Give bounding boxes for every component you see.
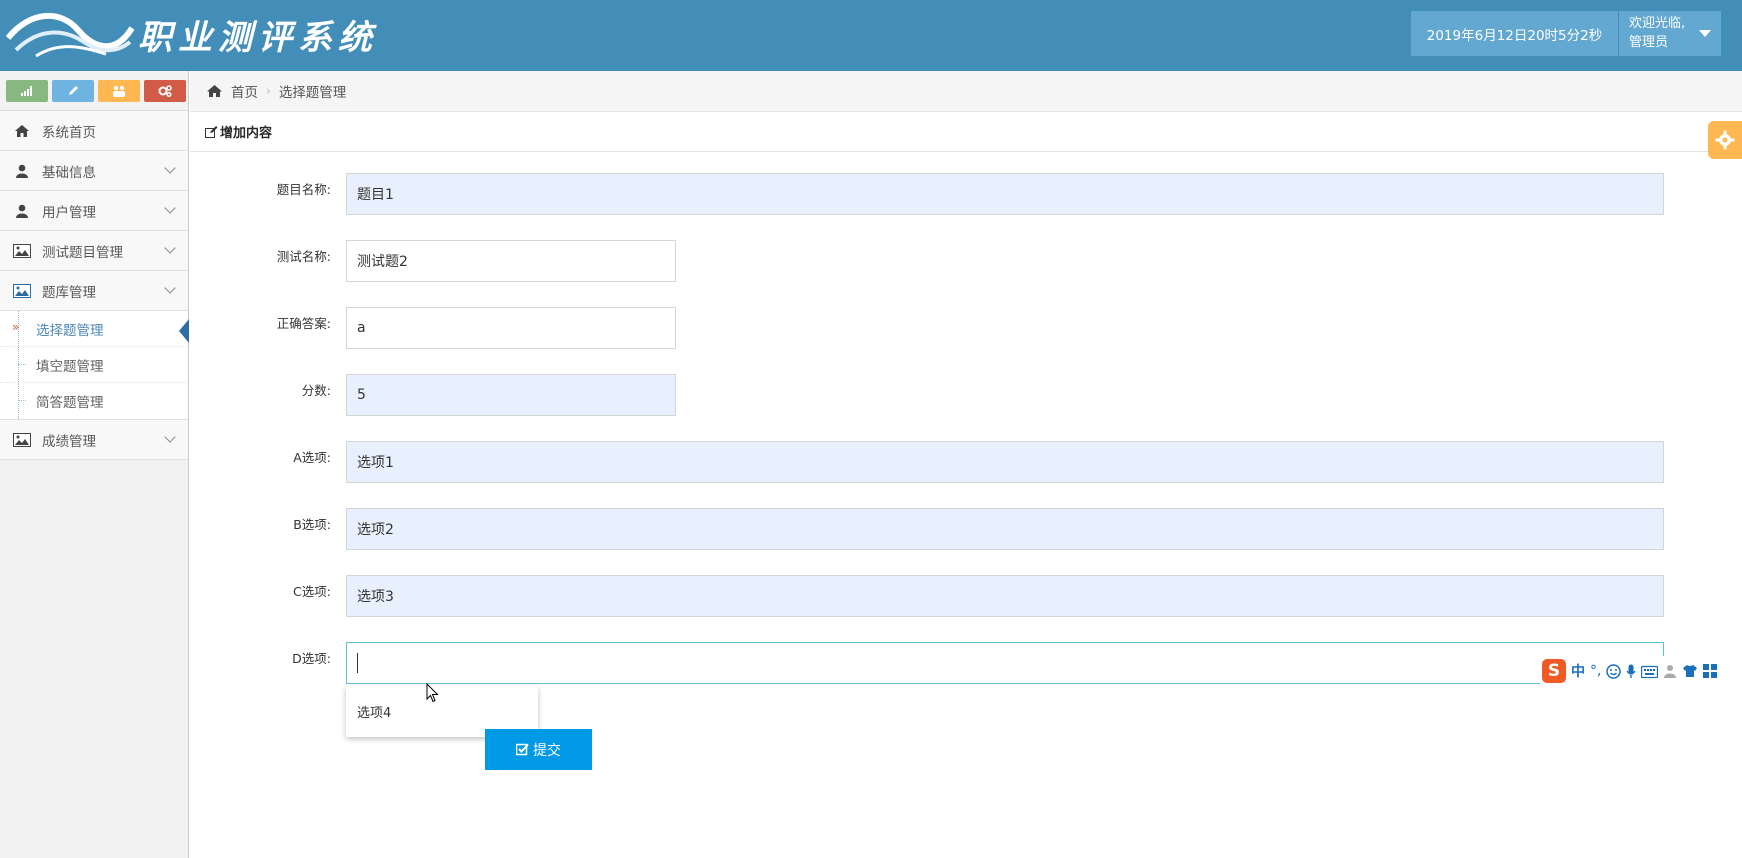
check-square-icon	[516, 743, 529, 756]
ime-toolbar: S 中 °,	[1540, 656, 1742, 686]
home-icon	[12, 121, 32, 141]
sidebar-item-test-questions[interactable]: 测试题目管理	[0, 231, 188, 271]
option-a-label: A选项:	[293, 450, 331, 465]
option-c-label: C选项:	[293, 584, 331, 599]
ime-punctuation[interactable]: °,	[1590, 663, 1601, 679]
sidebar-item-label: 系统首页	[42, 124, 96, 141]
active-indicator	[179, 319, 189, 343]
sidebar-item-question-bank[interactable]: 题库管理	[0, 271, 188, 311]
score-input[interactable]: 5	[346, 374, 676, 416]
option-d-label: D选项:	[292, 651, 331, 666]
correct-answer-input[interactable]: a	[346, 307, 676, 349]
sidebar-item-label: 简答题管理	[36, 395, 104, 411]
mouse-pointer-icon	[426, 683, 439, 703]
breadcrumb-home-link[interactable]: 首页	[231, 81, 258, 101]
autocomplete-item[interactable]: 选项4	[357, 702, 391, 721]
grid-menu-icon[interactable]	[1703, 664, 1718, 678]
user-icon	[12, 201, 32, 221]
edit-icon	[205, 125, 218, 138]
pencil-icon	[69, 86, 78, 95]
app-title: 职业测评系统	[138, 17, 378, 58]
current-datetime: 2019年6月12日20时5分2秒	[1411, 11, 1618, 56]
sidebar-item-label: 用户管理	[42, 204, 96, 221]
option-b-input[interactable]: 选项2	[346, 508, 1664, 550]
top-header: 职业测评系统 2019年6月12日20时5分2秒 欢迎光临, 管理员	[0, 0, 1742, 71]
picture-icon	[12, 241, 32, 261]
sidebar-item-label: 成绩管理	[42, 433, 96, 450]
app-logo[interactable]: 职业测评系统	[6, 8, 378, 60]
user-icon	[12, 161, 32, 181]
shortcut-button-users[interactable]	[98, 80, 140, 102]
wave-logo-icon	[6, 13, 134, 58]
sidebar-item-scores[interactable]: 成绩管理	[0, 420, 188, 460]
content-header: 增加内容	[190, 112, 1742, 152]
microphone-icon[interactable]	[1626, 664, 1636, 679]
breadcrumb: 首页 › 选择题管理	[190, 71, 1742, 112]
keyboard-icon[interactable]	[1641, 665, 1659, 678]
settings-toggle-button[interactable]	[1708, 121, 1742, 159]
option-a-input[interactable]: 选项1	[346, 441, 1664, 483]
breadcrumb-separator-icon: ›	[266, 84, 271, 98]
shortcut-button-settings[interactable]	[144, 80, 186, 102]
sidebar-item-short-answer[interactable]: 简答题管理	[0, 383, 188, 419]
test-name-label: 测试名称:	[276, 249, 331, 264]
user-profile-icon[interactable]	[1663, 664, 1677, 678]
question-name-input[interactable]: 题目1	[346, 173, 1664, 215]
shortcut-bar	[0, 71, 188, 111]
chevron-down-icon	[164, 282, 176, 294]
chevron-down-icon	[164, 162, 176, 174]
sidebar-item-multiple-choice[interactable]: » 选择题管理	[0, 311, 189, 347]
sidebar-item-label: 基础信息	[42, 164, 96, 181]
option-d-input[interactable]	[346, 642, 1664, 684]
option-b-label: B选项:	[293, 517, 331, 532]
submit-label: 提交	[533, 741, 561, 758]
cogs-icon	[158, 85, 172, 97]
score-label: 分数:	[301, 383, 331, 398]
submit-button[interactable]: 提交	[485, 729, 592, 770]
sidebar: 系统首页 基础信息 用户管理 测试题目管理 题库管理 » 选择题管理 填空题管理…	[0, 71, 189, 858]
text-cursor	[357, 653, 358, 673]
chevron-down-icon	[164, 242, 176, 254]
picture-icon	[12, 281, 32, 301]
shortcut-button-edit[interactable]	[52, 80, 94, 102]
sidebar-item-user-management[interactable]: 用户管理	[0, 191, 188, 231]
sidebar-item-label: 选择题管理	[36, 322, 104, 339]
sidebar-item-home[interactable]: 系统首页	[0, 111, 188, 151]
emoji-icon[interactable]	[1606, 663, 1622, 679]
sidebar-item-fill-blank[interactable]: 填空题管理	[0, 347, 188, 383]
ime-mode[interactable]: 中	[1571, 661, 1585, 681]
sidebar-item-basic-info[interactable]: 基础信息	[0, 151, 188, 191]
home-icon	[207, 85, 222, 97]
question-name-label: 题目名称:	[276, 182, 331, 197]
sogou-logo-icon[interactable]: S	[1542, 659, 1566, 683]
question-bank-submenu: » 选择题管理 填空题管理 简答题管理	[0, 311, 189, 420]
chevron-down-icon	[164, 431, 176, 443]
breadcrumb-current: 选择题管理	[278, 85, 347, 101]
content-title: 增加内容	[220, 126, 273, 141]
gear-icon	[1715, 130, 1735, 150]
skin-shirt-icon[interactable]	[1682, 664, 1698, 678]
caret-down-icon[interactable]	[1699, 30, 1711, 37]
signal-icon	[21, 86, 32, 96]
test-name-input[interactable]: 测试题2	[346, 240, 676, 282]
sidebar-item-label: 题库管理	[42, 284, 96, 301]
sidebar-item-label: 测试题目管理	[42, 244, 123, 261]
option-c-input[interactable]: 选项3	[346, 575, 1664, 617]
correct-answer-label: 正确答案:	[276, 316, 331, 331]
double-chevron-right-icon: »	[12, 320, 20, 334]
users-icon	[113, 85, 125, 97]
sidebar-item-label: 填空题管理	[36, 358, 104, 375]
shortcut-button-stats[interactable]	[6, 80, 48, 102]
picture-icon	[12, 430, 32, 450]
chevron-down-icon	[164, 202, 176, 214]
